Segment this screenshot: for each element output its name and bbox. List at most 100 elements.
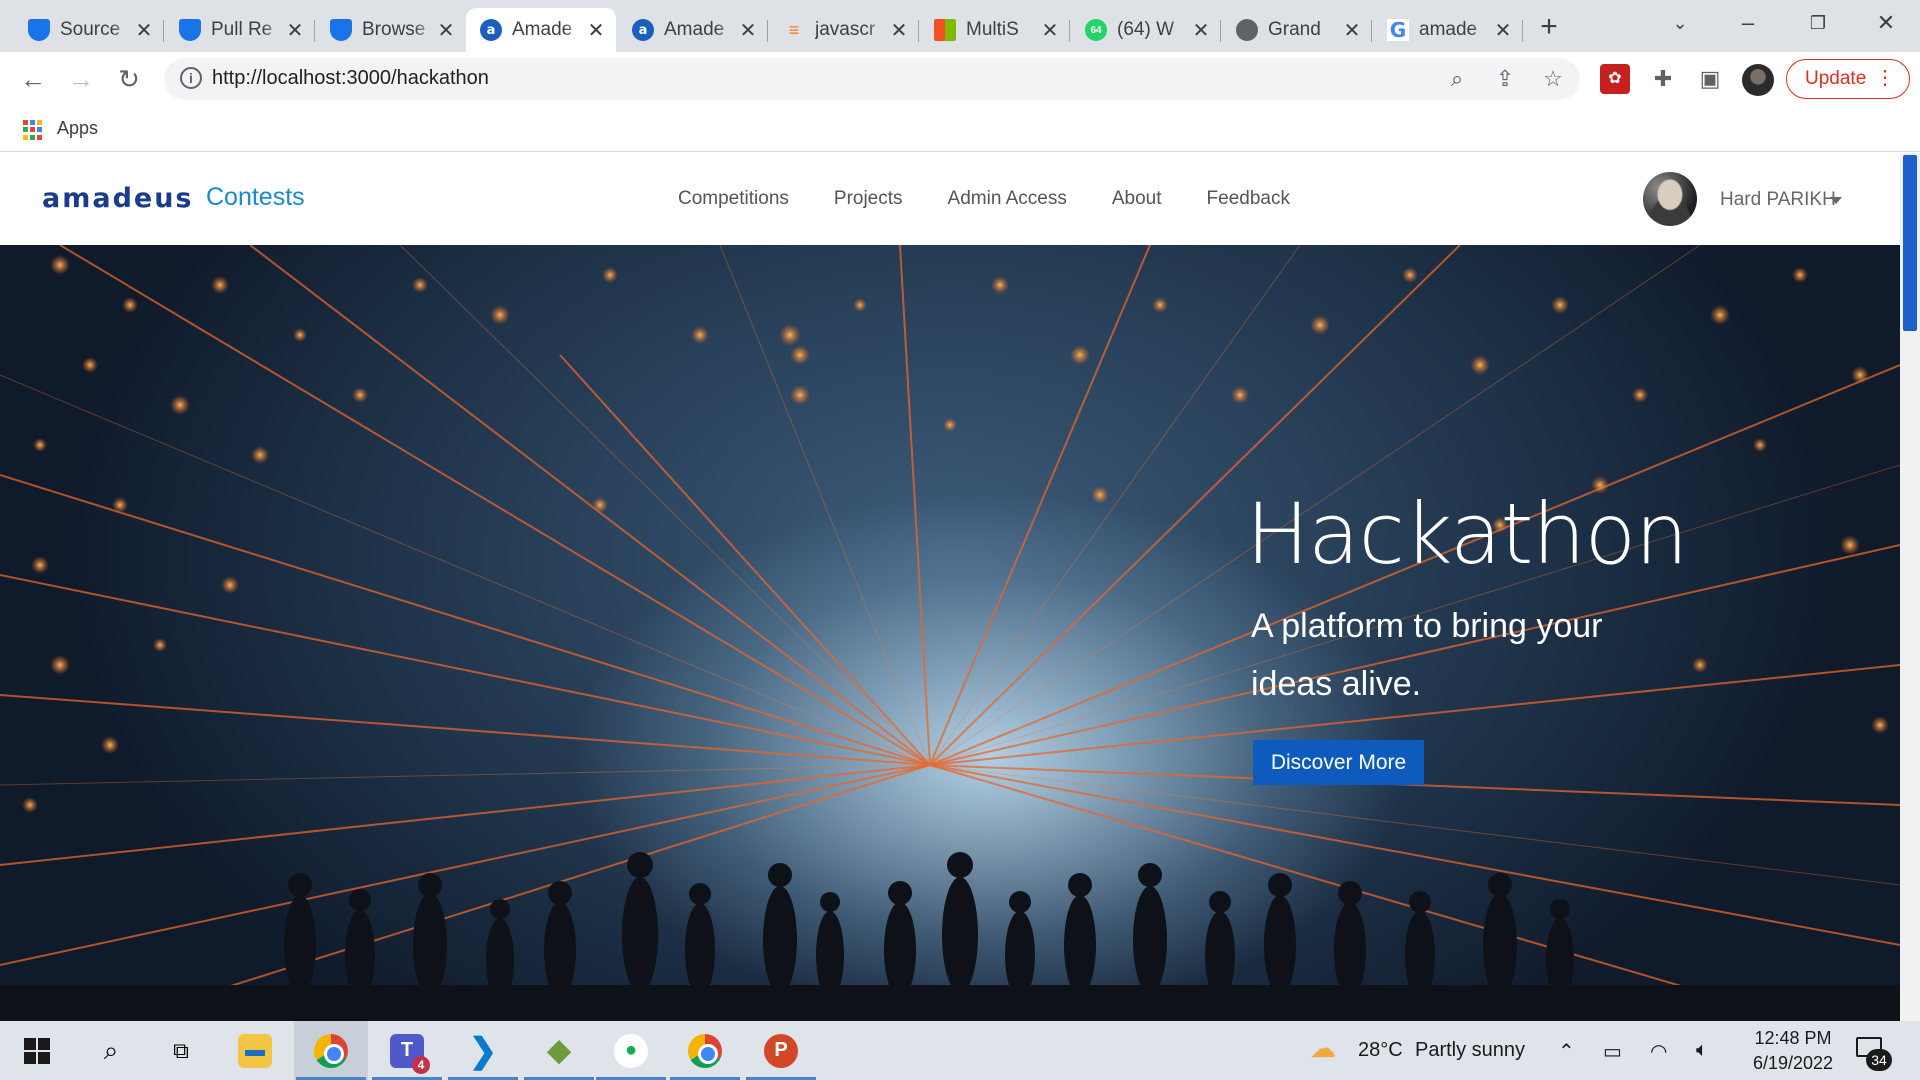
close-icon[interactable]: ✕	[285, 18, 305, 43]
close-icon[interactable]: ✕	[889, 18, 909, 43]
browser-tab-active[interactable]: a Amade ✕	[466, 8, 616, 52]
bookmark-star-icon[interactable]: ☆	[1538, 64, 1568, 94]
close-icon[interactable]: ✕	[134, 18, 154, 43]
discover-more-button[interactable]: Discover More	[1253, 740, 1424, 785]
restore-button[interactable]: ❐	[1788, 6, 1848, 40]
page-scrollbar[interactable]	[1900, 153, 1920, 1021]
teams-icon[interactable]: T 4	[370, 1021, 444, 1080]
update-button[interactable]: Update ⋮	[1786, 59, 1910, 99]
minimize-button[interactable]: –	[1718, 6, 1778, 40]
close-icon[interactable]: ✕	[738, 18, 758, 43]
browser-tab[interactable]: G amade ✕	[1373, 8, 1523, 52]
chevron-up-icon[interactable]: ⌃	[1558, 1039, 1575, 1064]
side-panel-icon[interactable]: ▣	[1695, 64, 1725, 94]
hero-banner: Hackathon A platform to bring your ideas…	[0, 245, 1900, 1021]
close-icon[interactable]: ✕	[1342, 18, 1362, 43]
tab-title: javascr	[815, 19, 876, 40]
vscode-icon[interactable]: ❯	[446, 1021, 520, 1080]
tab-title: Browse	[362, 19, 426, 40]
azure-devops-icon	[28, 19, 50, 41]
apps-grid-icon[interactable]	[23, 120, 43, 140]
back-arrow-icon[interactable]: ←	[16, 62, 50, 96]
taskbar-clock[interactable]: 12:48 PM 6/19/2022	[1738, 1026, 1848, 1076]
clock-time: 12:48 PM	[1754, 1028, 1832, 1048]
tab-title: MultiS	[966, 19, 1019, 40]
clock-date: 6/19/2022	[1752, 1053, 1834, 1073]
nav-feedback[interactable]: Feedback	[1207, 188, 1290, 210]
powerpoint-icon[interactable]: P	[744, 1021, 818, 1080]
teams-badge: 4	[412, 1055, 430, 1074]
reload-icon[interactable]: ↻	[112, 62, 146, 96]
extensions-puzzle-icon[interactable]: ✚	[1648, 64, 1678, 94]
browser-tab[interactable]: a Amade ✕	[618, 8, 768, 52]
battery-icon[interactable]: ▭	[1603, 1039, 1622, 1064]
chrome-profile-icon[interactable]	[668, 1021, 742, 1080]
file-explorer-icon[interactable]: ▬	[218, 1021, 292, 1080]
site-info-icon[interactable]: i	[180, 67, 202, 89]
browser-tab[interactable]: Grand ✕	[1222, 8, 1372, 52]
tab-title: (64) W	[1117, 19, 1174, 40]
apps-bookmark[interactable]: Apps	[57, 118, 98, 139]
chrome-taskbar-icon[interactable]	[294, 1021, 368, 1080]
git-tool-icon[interactable]: ◆	[522, 1021, 596, 1080]
brand-subtitle[interactable]: Contests	[206, 183, 305, 212]
weather-temp[interactable]: 28°C	[1358, 1039, 1403, 1062]
bookmarks-bar: Apps	[0, 106, 1920, 152]
nav-links: Competitions Projects Admin Access About…	[678, 188, 1335, 210]
hero-subtitle: A platform to bring your ideas alive.	[1251, 607, 1603, 703]
scroll-thumb[interactable]	[1903, 155, 1917, 331]
mongodb-compass-icon[interactable]: ●	[594, 1021, 668, 1080]
browser-toolbar: ← → ↻ i http://localhost:3000/hackathon …	[0, 52, 1920, 106]
tab-title: Amade	[512, 19, 573, 40]
start-button[interactable]	[0, 1021, 74, 1080]
close-icon[interactable]: ✕	[1040, 18, 1060, 43]
nav-projects[interactable]: Projects	[834, 188, 903, 210]
forward-arrow-icon[interactable]: →	[64, 62, 98, 96]
weather-icon[interactable]: ☁	[1310, 1033, 1336, 1064]
user-avatar[interactable]	[1643, 172, 1697, 226]
extension-icon[interactable]: ✿	[1600, 64, 1630, 94]
tab-title: Amade	[664, 19, 725, 40]
browser-tab[interactable]: MultiS ✕	[920, 8, 1070, 52]
user-name-dropdown[interactable]: Hard PARIKH	[1720, 189, 1836, 211]
brand-logo[interactable]: amadeus	[42, 183, 194, 214]
tab-title: Pull Re	[211, 19, 273, 40]
weather-text[interactable]: Partly sunny	[1415, 1039, 1525, 1062]
close-icon[interactable]: ✕	[586, 18, 606, 43]
stackoverflow-icon: ≡	[788, 19, 800, 40]
address-bar[interactable]: i http://localhost:3000/hackathon ⌕ ⇪ ☆	[164, 58, 1580, 100]
web-page: amadeus Contests Competitions Projects A…	[0, 153, 1920, 1021]
close-icon[interactable]: ✕	[436, 18, 456, 43]
profile-avatar[interactable]	[1742, 64, 1774, 96]
close-window-button[interactable]: ✕	[1856, 6, 1916, 40]
volume-icon[interactable]: 🔈︎	[1696, 1039, 1708, 1062]
close-icon[interactable]: ✕	[1493, 18, 1513, 43]
browser-tab[interactable]: 64 (64) W ✕	[1071, 8, 1221, 52]
close-icon[interactable]: ✕	[1191, 18, 1211, 43]
wifi-icon[interactable]: ◠	[1650, 1039, 1667, 1064]
whatsapp-icon: 64	[1085, 19, 1107, 41]
browser-tab[interactable]: ≡ javascr ✕	[769, 8, 919, 52]
globe-icon	[1236, 19, 1258, 41]
search-icon[interactable]: ⌕	[74, 1021, 148, 1080]
tab-title: Source	[60, 19, 121, 40]
browser-tab[interactable]: Source ✕	[14, 8, 164, 52]
new-tab-button[interactable]: +	[1532, 10, 1566, 44]
amadeus-icon: a	[480, 19, 502, 41]
tab-title: amade	[1419, 19, 1478, 40]
tab-search-icon[interactable]: ⌄	[1650, 6, 1710, 40]
notification-count: 34	[1866, 1049, 1892, 1071]
task-view-icon[interactable]: ⧉	[144, 1021, 218, 1080]
nav-about[interactable]: About	[1112, 188, 1162, 210]
menu-dots-icon[interactable]: ⋮	[1875, 66, 1895, 90]
nav-admin-access[interactable]: Admin Access	[948, 188, 1067, 210]
zoom-icon[interactable]: ⌕	[1442, 64, 1472, 94]
share-icon[interactable]: ⇪	[1490, 64, 1520, 94]
browser-tab[interactable]: Browse ✕	[316, 8, 466, 52]
windows-taskbar: ⌕ ⧉ ▬ T 4 ❯ ◆ ● P ☁ 28°C Partly sunny ⌃ …	[0, 1021, 1920, 1080]
nav-competitions[interactable]: Competitions	[678, 188, 789, 210]
address-url[interactable]: http://localhost:3000/hackathon	[212, 67, 489, 90]
browser-tab[interactable]: Pull Re ✕	[165, 8, 315, 52]
notification-center-icon[interactable]: 34	[1854, 1035, 1892, 1071]
caret-down-icon[interactable]	[1830, 197, 1842, 204]
